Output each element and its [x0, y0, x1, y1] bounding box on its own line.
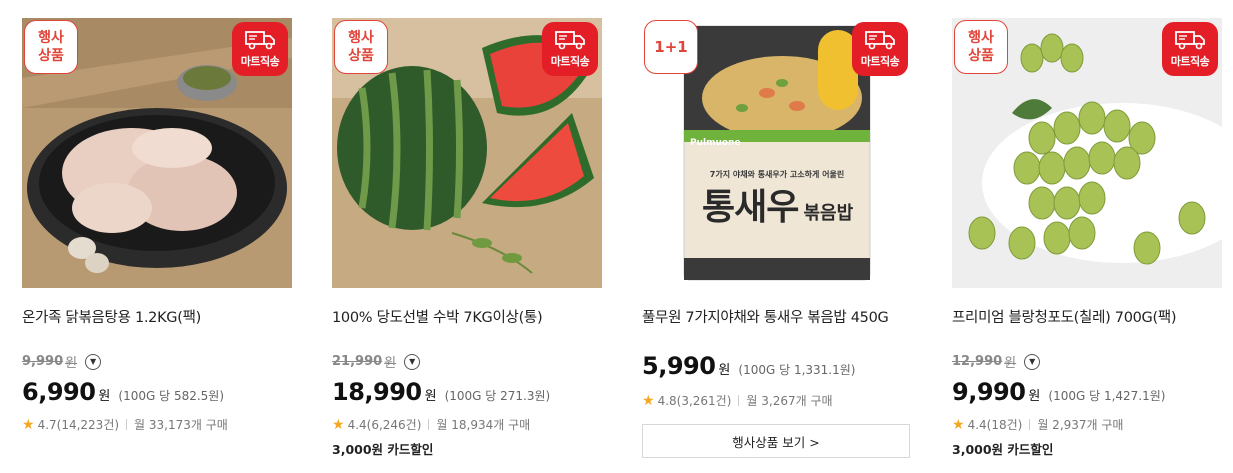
star-icon: ★ [642, 392, 655, 409]
delivery-truck-icon [1175, 31, 1205, 50]
mart-delivery-badge: 마트직송 [852, 22, 908, 76]
review-meta: ★ 4.4(6,246건) 월 18,934개 구매 [332, 416, 530, 433]
star-icon: ★ [332, 416, 345, 433]
unit-price: (100G 당 271.3원) [444, 389, 551, 403]
mart-delivery-label: 마트직송 [240, 55, 280, 68]
chevron-down-circle-icon[interactable]: ▼ [85, 353, 102, 370]
product-image[interactable]: Pulmuone 7가지 야채와 통새우가 고소하게 어울린 통새우 볶음밥 1… [642, 18, 912, 288]
product-name[interactable]: 100% 당도선별 수박 7KG이상(통) [332, 306, 602, 327]
sale-price: 6,990 원 (100G 당 582.5원) [22, 378, 224, 406]
package-title-main: 통새우 [702, 187, 799, 228]
product-card[interactable]: Pulmuone 7가지 야채와 통새우가 고소하게 어울린 통새우 볶음밥 1… [642, 18, 912, 458]
mart-delivery-label: 마트직송 [1170, 55, 1210, 68]
rating: 4.8(3,261건) [657, 394, 732, 408]
event-badge: 행사 상품 [24, 20, 78, 74]
package-title-sub: 볶음밥 [803, 203, 854, 224]
package-brand: Pulmuone [690, 138, 741, 148]
divider [126, 419, 128, 430]
mart-delivery-label: 마트직송 [860, 55, 900, 68]
original-price-value: 21,990 [332, 354, 383, 369]
unit-price: (100G 당 1,427.1원) [1048, 389, 1166, 403]
sale-price-unit: 원 [98, 389, 111, 404]
divider [428, 419, 430, 430]
product-image[interactable]: 행사 상품 마트직송 [332, 18, 602, 288]
rating: 4.7(14,223건) [37, 418, 120, 432]
card-discount: 3,000원 카드할인 [952, 442, 1054, 457]
sale-price-value: 18,990 [332, 378, 422, 406]
delivery-truck-icon [865, 31, 895, 50]
card-discount: 3,000원 카드할인 [332, 442, 434, 457]
original-price: 9,990 원 ▼ [22, 352, 102, 371]
rating: 4.4(6,246건) [347, 418, 422, 432]
delivery-truck-icon [555, 31, 585, 50]
star-icon: ★ [22, 416, 35, 433]
original-price-value: 12,990 [952, 354, 1003, 369]
mart-delivery-badge: 마트직송 [542, 22, 598, 76]
monthly-purchases: 월 18,934개 구매 [436, 418, 531, 432]
view-event-products-button[interactable]: 행사상품 보기 > [642, 424, 910, 458]
divider [1029, 419, 1031, 430]
mart-delivery-badge: 마트직송 [1162, 22, 1218, 76]
monthly-purchases: 월 2,937개 구매 [1037, 418, 1124, 432]
product-card[interactable]: 행사 상품 마트직송 온가족 닭볶음탕용 1.2KG(팩) 9,990 원 ▼ … [22, 18, 292, 433]
product-name[interactable]: 프리미엄 블랑청포도(칠레) 700G(팩) [952, 306, 1222, 327]
original-price: 21,990 원 ▼ [332, 352, 421, 371]
original-price-unit: 원 [65, 356, 78, 371]
rating: 4.4(18건) [967, 418, 1023, 432]
event-badge: 행사 상품 [334, 20, 388, 74]
sale-price-unit: 원 [1028, 389, 1041, 404]
review-meta: ★ 4.7(14,223건) 월 33,173개 구매 [22, 416, 228, 433]
review-meta: ★ 4.8(3,261건) 월 3,267개 구매 [642, 392, 833, 409]
sale-price-value: 6,990 [22, 378, 96, 406]
product-card[interactable]: 행사 상품 마트직송 100% 당도선별 수박 7KG이상(통) 21,990 … [332, 18, 602, 457]
original-price-unit: 원 [1004, 356, 1017, 371]
sale-price-value: 5,990 [642, 352, 716, 380]
sale-price: 9,990 원 (100G 당 1,427.1원) [952, 378, 1165, 406]
product-name[interactable]: 온가족 닭볶음탕용 1.2KG(팩) [22, 306, 292, 327]
sale-price-value: 9,990 [952, 378, 1026, 406]
mart-delivery-label: 마트직송 [550, 55, 590, 68]
star-icon: ★ [952, 416, 965, 433]
product-image[interactable]: 행사 상품 마트직송 [22, 18, 292, 288]
review-meta: ★ 4.4(18건) 월 2,937개 구매 [952, 416, 1123, 433]
product-card[interactable]: 행사 상품 마트직송 프리미엄 블랑청포도(칠레) 700G(팩) 12,990… [952, 18, 1222, 457]
mart-delivery-badge: 마트직송 [232, 22, 288, 76]
divider [738, 395, 740, 406]
sale-price: 18,990 원 (100G 당 271.3원) [332, 378, 550, 406]
delivery-truck-icon [245, 31, 275, 50]
sale-price: 5,990 원 (100G 당 1,331.1원) [642, 352, 855, 380]
package-title: 통새우 볶음밥 [702, 178, 853, 230]
chevron-down-circle-icon[interactable]: ▼ [404, 353, 421, 370]
product-name[interactable]: 풀무원 7가지야채와 통새우 볶음밥 450G [642, 306, 912, 327]
monthly-purchases: 월 33,173개 구매 [134, 418, 228, 432]
product-grid: 행사 상품 마트직송 온가족 닭볶음탕용 1.2KG(팩) 9,990 원 ▼ … [0, 0, 1233, 473]
unit-price: (100G 당 1,331.1원) [738, 363, 856, 377]
original-price: 12,990 원 ▼ [952, 352, 1041, 371]
monthly-purchases: 월 3,267개 구매 [746, 394, 833, 408]
event-badge: 행사 상품 [954, 20, 1008, 74]
sale-price-unit: 원 [424, 389, 437, 404]
sale-price-unit: 원 [718, 363, 731, 378]
unit-price: (100G 당 582.5원) [118, 389, 225, 403]
chevron-down-circle-icon[interactable]: ▼ [1024, 353, 1041, 370]
original-price-value: 9,990 [22, 354, 64, 369]
product-image[interactable]: 행사 상품 마트직송 [952, 18, 1222, 288]
one-plus-one-badge: 1+1 [644, 20, 698, 74]
original-price-unit: 원 [384, 356, 397, 371]
